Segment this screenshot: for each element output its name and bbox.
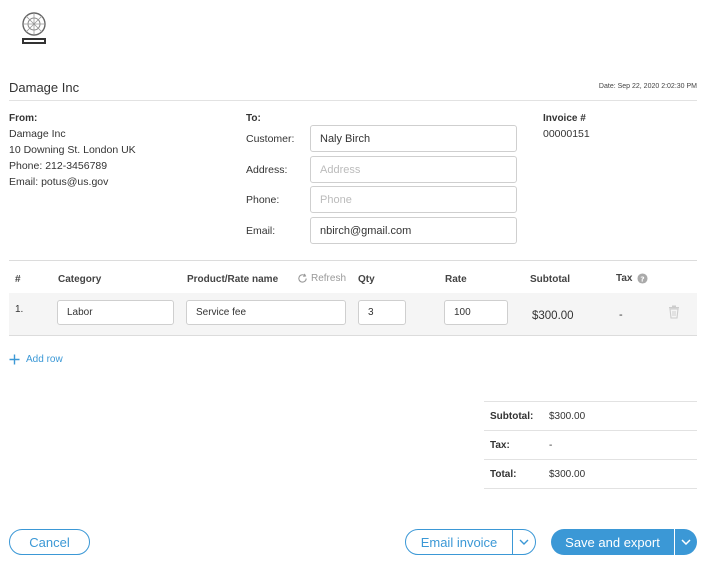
divider [484,401,697,402]
tax-label: Tax: [490,440,510,451]
invoice-date: Date: Sep 22, 2020 2:02:30 PM [598,83,697,90]
invoice-number-label: Invoice # [543,113,586,124]
divider [484,459,697,460]
subtotal-label: Subtotal: [490,411,534,422]
email-invoice-label: Email invoice [420,534,498,550]
refresh-label: Refresh [311,273,347,284]
from-label: From: [9,113,38,124]
customer-input[interactable] [310,125,517,152]
cancel-button[interactable]: Cancel [9,529,90,555]
divider [484,488,697,489]
save-export-label: Save and export [565,534,660,550]
phone-label: Phone: [246,194,280,206]
save-export-dropdown[interactable] [675,529,697,555]
col-header-qty: Qty [358,274,375,285]
refresh-button[interactable]: Refresh [297,273,346,284]
company-logo [18,10,50,48]
email-input[interactable] [310,217,517,244]
from-email: Email: potus@us.gov [9,176,109,188]
phone-input[interactable] [310,186,517,213]
col-header-tax: Tax ? [616,273,648,284]
save-export-button[interactable]: Save and export [551,529,674,555]
tax-header-label: Tax [616,273,633,284]
col-header-rate: Rate [445,274,467,285]
from-name: Damage Inc [9,128,66,140]
from-address: 10 Downing St. London UK [9,144,136,156]
add-row-button[interactable]: Add row [9,354,63,365]
tax-value: - [549,440,553,451]
divider [9,260,697,261]
row-number: 1. [15,304,24,315]
category-input[interactable] [57,300,174,325]
to-label: To: [246,113,261,124]
email-invoice-button[interactable]: Email invoice [405,529,513,555]
qty-input[interactable] [358,300,406,325]
col-header-num: # [15,274,21,285]
address-input[interactable] [310,156,517,183]
col-header-product: Product/Rate name [187,274,279,285]
subtotal-value: $300.00 [549,411,586,422]
row-tax: - [619,309,623,321]
total-label: Total: [490,469,517,480]
help-icon[interactable]: ? [636,273,648,284]
divider [484,430,697,431]
trash-icon [669,305,679,319]
company-title: Damage Inc [9,80,80,95]
total-value: $300.00 [549,469,586,480]
divider [9,100,697,101]
customer-label: Customer: [246,133,295,145]
chevron-down-icon [519,539,529,545]
delete-row-button[interactable] [668,305,680,322]
col-header-category: Category [58,274,102,285]
rate-input[interactable] [444,300,508,325]
product-input[interactable] [186,300,346,325]
row-subtotal: $300.00 [532,310,574,322]
refresh-icon [298,273,307,283]
svg-text:?: ? [640,274,644,283]
col-header-subtotal: Subtotal [530,274,570,285]
from-phone: Phone: 212-3456789 [9,160,108,172]
email-invoice-dropdown[interactable] [512,529,536,555]
chevron-down-icon [681,539,691,545]
address-label: Address: [246,164,288,176]
add-row-label: Add row [26,354,63,365]
email-label: Email: [246,225,276,237]
plus-icon [9,354,20,365]
invoice-number: 00000151 [543,128,590,140]
cancel-label: Cancel [29,534,70,550]
